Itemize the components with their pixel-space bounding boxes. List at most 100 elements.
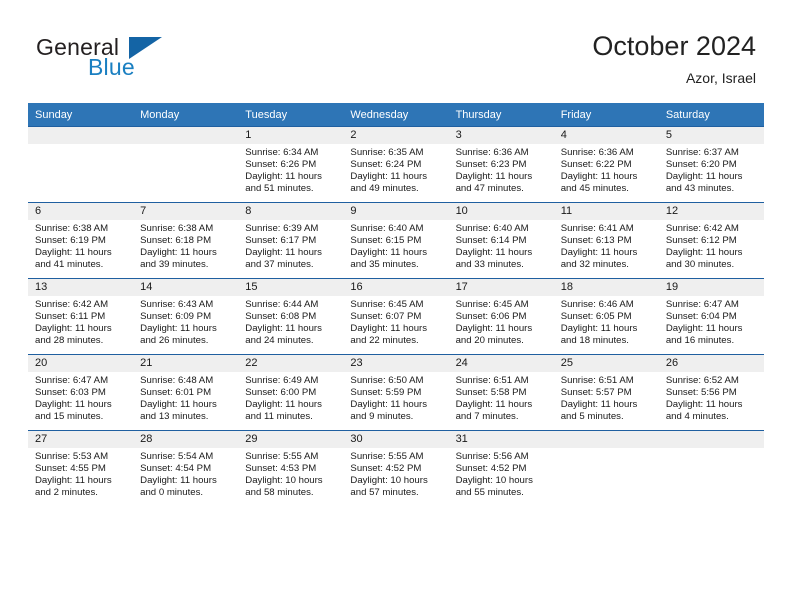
calendar-day-cell[interactable]: 15 Sunrise: 6:44 AM Sunset: 6:08 PM Dayligh… xyxy=(238,278,344,355)
calendar-day-cell[interactable]: 8 Sunrise: 6:39 AM Sunset: 6:17 PM Daylight… xyxy=(238,202,344,279)
day-number: 2 xyxy=(343,127,449,144)
day-number: 15 xyxy=(238,279,344,296)
day-detail-line: Daylight: 10 hours xyxy=(245,475,323,487)
day-box: 13 Sunrise: 6:42 AM Sunset: 6:11 PM Dayligh… xyxy=(28,279,134,354)
day-details: Sunrise: 6:44 AM Sunset: 6:08 PM Daylight:… xyxy=(238,296,343,347)
calendar-day-cell[interactable]: 10 Sunrise: 6:40 AM Sunset: 6:14 PM Dayligh… xyxy=(448,202,554,279)
day-box: 26 Sunrise: 6:52 AM Sunset: 5:56 PM Dayligh… xyxy=(658,355,764,430)
day-box: 18 Sunrise: 6:46 AM Sunset: 6:05 PM Dayligh… xyxy=(553,279,659,354)
calendar-empty-cell xyxy=(553,430,659,506)
calendar-day-cell[interactable]: 16 Sunrise: 6:45 AM Sunset: 6:07 PM Dayligh… xyxy=(343,278,449,355)
calendar-week-row: 6 Sunrise: 6:38 AM Sunset: 6:19 PM Daylight… xyxy=(28,202,764,279)
day-detail-line: Daylight: 11 hours xyxy=(35,323,112,335)
calendar-day-cell[interactable]: 12 Sunrise: 6:42 AM Sunset: 6:12 PM Dayligh… xyxy=(658,202,764,279)
day-detail-line: Sunrise: 6:47 AM xyxy=(35,375,109,386)
calendar-day-cell[interactable]: 6 Sunrise: 6:38 AM Sunset: 6:19 PM Daylight… xyxy=(28,202,134,279)
day-details: Sunrise: 6:50 AM Sunset: 5:59 PM Daylight:… xyxy=(343,372,448,423)
day-detail-line: Sunset: 6:17 PM xyxy=(245,235,317,247)
calendar-day-cell[interactable]: 9 Sunrise: 6:40 AM Sunset: 6:15 PM Daylight… xyxy=(343,202,449,279)
calendar-day-cell[interactable]: 1 Sunrise: 6:34 AM Sunset: 6:26 PM Daylight… xyxy=(238,126,344,203)
day-details: Sunrise: 6:41 AM Sunset: 6:13 PM Daylight:… xyxy=(554,220,659,271)
day-detail-line: Sunset: 6:19 PM xyxy=(35,235,106,247)
day-detail-line: Sunset: 5:57 PM xyxy=(560,387,632,399)
calendar-day-cell[interactable]: 11 Sunrise: 6:41 AM Sunset: 6:13 PM Dayligh… xyxy=(553,202,659,279)
day-detail-line: Daylight: 11 hours xyxy=(35,399,112,411)
day-detail-line: Daylight: 11 hours xyxy=(245,171,322,183)
calendar-day-cell[interactable]: 20 Sunrise: 6:47 AM Sunset: 6:03 PM Dayligh… xyxy=(28,354,134,431)
day-number: 28 xyxy=(133,431,239,448)
day-detail-line: and 45 minutes. xyxy=(560,183,629,195)
calendar-day-cell[interactable]: 7 Sunrise: 6:38 AM Sunset: 6:18 PM Daylight… xyxy=(133,202,239,279)
day-detail-line: Sunrise: 6:38 AM xyxy=(140,223,214,234)
day-box: 20 Sunrise: 6:47 AM Sunset: 6:03 PM Dayligh… xyxy=(28,355,134,430)
day-detail-line: Sunrise: 5:56 AM xyxy=(455,451,529,462)
calendar-day-cell[interactable]: 21 Sunrise: 6:48 AM Sunset: 6:01 PM Dayligh… xyxy=(133,354,239,431)
day-number: 1 xyxy=(238,127,344,144)
day-details: Sunrise: 6:43 AM Sunset: 6:09 PM Daylight:… xyxy=(133,296,238,347)
day-detail-line: Daylight: 11 hours xyxy=(455,399,533,411)
day-number: 5 xyxy=(658,127,764,144)
day-details: Sunrise: 6:36 AM Sunset: 6:22 PM Daylight:… xyxy=(554,144,659,195)
calendar-day-cell[interactable]: 24 Sunrise: 6:51 AM Sunset: 5:58 PM Dayligh… xyxy=(448,354,554,431)
day-number: 29 xyxy=(238,431,344,448)
day-detail-line: Sunrise: 6:43 AM xyxy=(140,299,214,310)
calendar-day-cell[interactable]: 31 Sunrise: 5:56 AM Sunset: 4:52 PM Dayligh… xyxy=(448,430,554,506)
calendar-day-cell[interactable]: 14 Sunrise: 6:43 AM Sunset: 6:09 PM Dayligh… xyxy=(133,278,239,355)
day-number: 16 xyxy=(343,279,449,296)
day-detail-line: Sunset: 6:26 PM xyxy=(245,159,317,171)
day-box xyxy=(658,431,764,506)
calendar-day-cell[interactable]: 22 Sunrise: 6:49 AM Sunset: 6:00 PM Dayligh… xyxy=(238,354,344,431)
calendar-day-cell[interactable]: 25 Sunrise: 6:51 AM Sunset: 5:57 PM Dayligh… xyxy=(553,354,659,431)
day-details: Sunrise: 6:51 AM Sunset: 5:57 PM Daylight:… xyxy=(554,372,659,423)
weekday-header-sunday: Sunday xyxy=(28,103,134,127)
calendar-day-cell[interactable]: 30 Sunrise: 5:55 AM Sunset: 4:52 PM Dayligh… xyxy=(343,430,449,506)
calendar-body: 1 Sunrise: 6:34 AM Sunset: 6:26 PM Daylight… xyxy=(28,126,764,506)
calendar-day-cell[interactable]: 3 Sunrise: 6:36 AM Sunset: 6:23 PM Daylight… xyxy=(448,126,554,203)
weekday-headers: Sunday Monday Tuesday Wednesday Thursday Frid… xyxy=(28,103,764,127)
calendar-day-cell[interactable]: 29 Sunrise: 5:55 AM Sunset: 4:53 PM Dayligh… xyxy=(238,430,344,506)
calendar-day-cell[interactable]: 26 Sunrise: 6:52 AM Sunset: 5:56 PM Dayligh… xyxy=(658,354,764,431)
calendar-day-cell[interactable]: 19 Sunrise: 6:47 AM Sunset: 6:04 PM Dayligh… xyxy=(658,278,764,355)
calendar-day-cell[interactable]: 13 Sunrise: 6:42 AM Sunset: 6:11 PM Dayligh… xyxy=(28,278,134,355)
day-box xyxy=(553,431,659,506)
day-box: 17 Sunrise: 6:45 AM Sunset: 6:06 PM Dayligh… xyxy=(448,279,554,354)
day-number: 21 xyxy=(133,355,239,372)
general-blue-logo[interactable]: General Blue xyxy=(36,34,256,86)
day-detail-line: Daylight: 11 hours xyxy=(560,171,638,183)
calendar-day-cell[interactable]: 5 Sunrise: 6:37 AM Sunset: 6:20 PM Daylight… xyxy=(658,126,764,203)
day-detail-line: Daylight: 11 hours xyxy=(560,247,638,259)
day-detail-line: Daylight: 11 hours xyxy=(665,323,743,335)
calendar-day-cell[interactable]: 18 Sunrise: 6:46 AM Sunset: 6:05 PM Dayligh… xyxy=(553,278,659,355)
day-detail-line: and 7 minutes. xyxy=(455,411,519,423)
day-detail-line: Sunrise: 6:39 AM xyxy=(245,223,319,234)
day-detail-line: Sunset: 6:13 PM xyxy=(560,235,632,247)
day-detail-line: and 13 minutes. xyxy=(140,411,209,423)
day-box: 7 Sunrise: 6:38 AM Sunset: 6:18 PM Daylight… xyxy=(133,203,239,278)
calendar-day-cell[interactable]: 28 Sunrise: 5:54 AM Sunset: 4:54 PM Dayligh… xyxy=(133,430,239,506)
day-detail-line: and 11 minutes. xyxy=(245,411,313,423)
calendar-day-cell[interactable]: 17 Sunrise: 6:45 AM Sunset: 6:06 PM Dayligh… xyxy=(448,278,554,355)
calendar-day-cell[interactable]: 4 Sunrise: 6:36 AM Sunset: 6:22 PM Daylight… xyxy=(553,126,659,203)
day-detail-line: and 30 minutes. xyxy=(665,259,735,271)
day-detail-line: Sunset: 4:53 PM xyxy=(245,463,317,475)
day-box: 19 Sunrise: 6:47 AM Sunset: 6:04 PM Dayligh… xyxy=(658,279,764,354)
day-detail-line: and 24 minutes. xyxy=(245,335,314,347)
day-detail-line: Sunset: 6:22 PM xyxy=(560,159,632,171)
day-detail-line: and 0 minutes. xyxy=(140,487,204,499)
day-detail-line: Sunset: 4:55 PM xyxy=(35,463,106,475)
day-detail-line: and 9 minutes. xyxy=(350,411,414,423)
calendar-day-cell[interactable]: 27 Sunrise: 5:53 AM Sunset: 4:55 PM Dayligh… xyxy=(28,430,134,506)
day-box: 16 Sunrise: 6:45 AM Sunset: 6:07 PM Dayligh… xyxy=(343,279,449,354)
day-detail-line: Sunset: 6:24 PM xyxy=(350,159,422,171)
calendar-day-cell[interactable]: 23 Sunrise: 6:50 AM Sunset: 5:59 PM Dayligh… xyxy=(343,354,449,431)
day-detail-line: Daylight: 11 hours xyxy=(35,475,112,487)
day-details: Sunrise: 6:38 AM Sunset: 6:18 PM Daylight:… xyxy=(133,220,238,271)
day-box xyxy=(28,127,134,202)
day-number xyxy=(133,127,239,144)
weekday-header-monday: Monday xyxy=(133,103,239,127)
day-detail-line: Sunset: 5:56 PM xyxy=(665,387,737,399)
day-detail-line: Sunset: 4:54 PM xyxy=(140,463,212,475)
calendar-day-cell[interactable]: 2 Sunrise: 6:35 AM Sunset: 6:24 PM Daylight… xyxy=(343,126,449,203)
day-number: 23 xyxy=(343,355,449,372)
day-detail-line: and 57 minutes. xyxy=(350,487,419,499)
